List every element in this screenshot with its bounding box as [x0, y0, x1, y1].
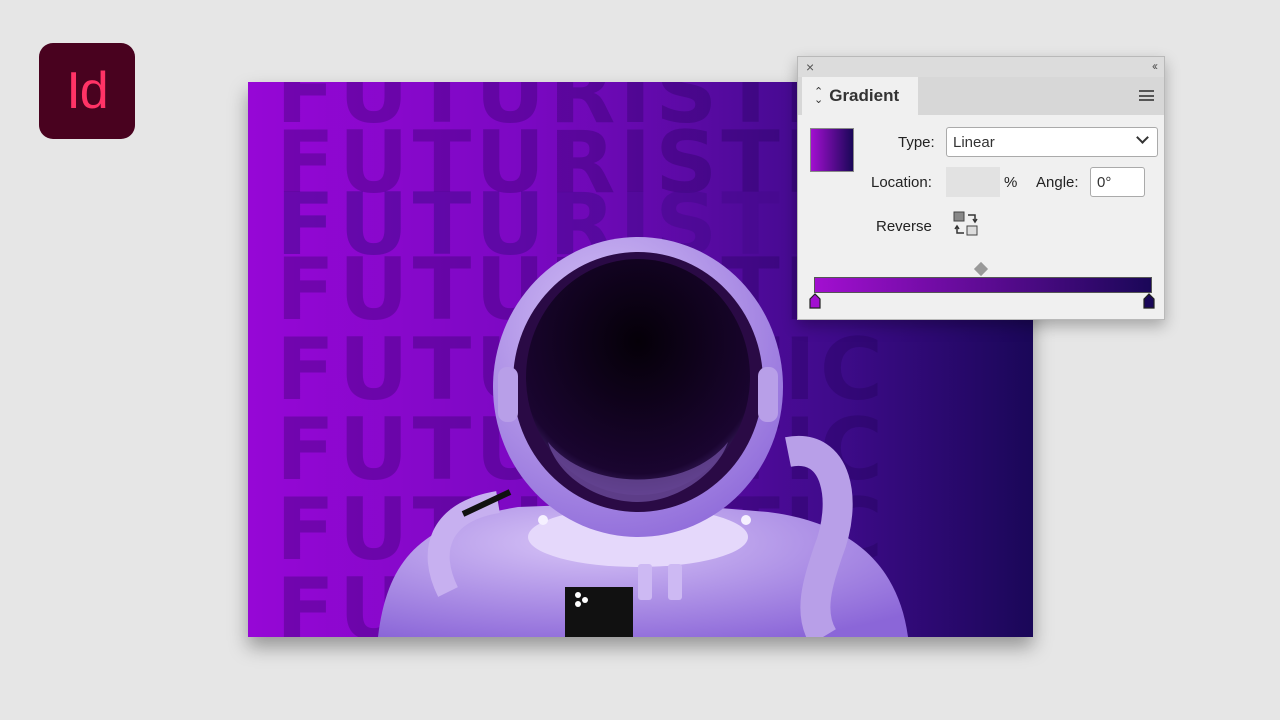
gradient-swatch[interactable] — [810, 128, 854, 172]
gradient-stop-end[interactable] — [1143, 293, 1155, 309]
indesign-logo: Id — [39, 43, 135, 139]
hamburger-menu-icon[interactable] — [1139, 90, 1154, 101]
percent-sign: % — [1004, 174, 1018, 191]
reverse-gradient-button[interactable] — [953, 211, 979, 237]
location-input[interactable] — [946, 167, 1000, 197]
angle-value: 0° — [1097, 173, 1112, 191]
angle-label: Angle: — [1036, 174, 1079, 191]
panel-tab-bar: ⌃ ⌄ Gradient — [798, 77, 1164, 115]
chevron-down-icon — [1136, 131, 1149, 144]
type-select-value: Linear — [953, 133, 995, 151]
panel-title-bar[interactable]: × ‹‹ — [798, 57, 1164, 77]
double-chevron-left-icon[interactable]: ‹‹ — [1152, 59, 1158, 73]
updown-arrows-icon[interactable]: ⌃ ⌄ — [814, 87, 823, 106]
location-label: Location: — [871, 174, 932, 191]
tab-gradient[interactable]: ⌃ ⌄ Gradient — [802, 77, 918, 115]
logo-text: Id — [66, 62, 108, 120]
gradient-stop-start[interactable] — [809, 293, 821, 309]
reverse-label: Reverse — [876, 218, 932, 235]
angle-input[interactable]: 0° — [1090, 167, 1145, 197]
tab-label: Gradient — [829, 86, 900, 105]
gradient-midpoint-diamond-icon[interactable] — [973, 261, 989, 277]
type-label: Type: — [898, 134, 935, 151]
gradient-panel: × ‹‹ ⌃ ⌄ Gradient Type: Linear Location: … — [797, 56, 1165, 320]
close-icon[interactable]: × — [806, 60, 814, 74]
type-select[interactable]: Linear — [946, 127, 1158, 157]
gradient-ramp[interactable] — [814, 277, 1152, 293]
